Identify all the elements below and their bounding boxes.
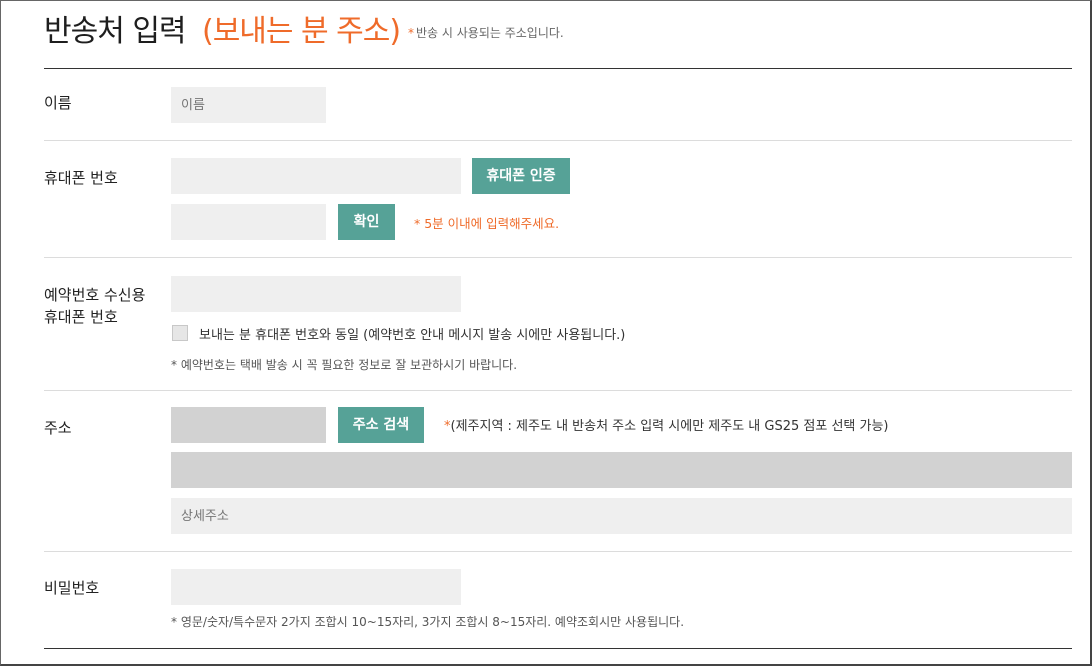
jeju-note-text: (제주지역 : 제주도 내 반송처 주소 입력 시에만 제주도 내 GS25 점… — [450, 419, 889, 434]
row-divider — [44, 257, 1072, 258]
row-divider — [44, 551, 1072, 552]
confirm-button[interactable]: 확인 — [338, 204, 395, 240]
reservation-phone-label-line1: 예약번호 수신용 — [44, 286, 146, 304]
title-note: * 반송 시 사용되는 주소입니다. — [408, 24, 564, 41]
title-note-text: 반송 시 사용되는 주소입니다. — [416, 26, 564, 40]
same-as-sender-label[interactable]: 보내는 분 휴대폰 번호와 동일 (예약번호 안내 메시지 발송 시에만 사용됩… — [199, 324, 625, 343]
postal-code-field — [171, 407, 326, 443]
reservation-phone-input[interactable] — [171, 276, 461, 312]
page-subtitle: (보내는 분 주소) — [202, 14, 401, 49]
phone-label: 휴대폰 번호 — [44, 169, 118, 187]
password-label: 비밀번호 — [44, 579, 100, 597]
address-search-button[interactable]: 주소 검색 — [338, 407, 424, 443]
name-input[interactable] — [171, 87, 326, 123]
row-divider — [44, 140, 1072, 141]
timer-note: * 5분 이내에 입력해주세요. — [414, 216, 560, 231]
password-note: * 영문/숫자/특수문자 2가지 조합시 10~15자리, 3가지 조합시 8~… — [171, 615, 685, 629]
address-field — [171, 452, 1072, 488]
address-label: 주소 — [44, 419, 72, 437]
verification-code-input[interactable] — [171, 204, 326, 240]
footer-divider — [44, 648, 1072, 649]
row-divider — [44, 390, 1072, 391]
header-divider — [44, 68, 1072, 69]
detail-address-input[interactable] — [171, 498, 1072, 534]
name-label: 이름 — [44, 94, 72, 112]
note-star: * — [408, 26, 414, 40]
reservation-note: * 예약번호는 택배 발송 시 꼭 필요한 정보로 잘 보관하시기 바랍니다. — [171, 358, 518, 372]
phone-input[interactable] — [171, 158, 461, 194]
page-title: 반송처 입력 — [44, 14, 187, 49]
phone-verify-button[interactable]: 휴대폰 인증 — [472, 158, 570, 194]
same-as-sender-checkbox[interactable] — [172, 325, 188, 341]
reservation-phone-label-line2: 휴대폰 번호 — [44, 308, 118, 326]
jeju-note: *(제주지역 : 제주도 내 반송처 주소 입력 시에만 제주도 내 GS25 … — [444, 415, 889, 434]
password-input[interactable] — [171, 569, 461, 605]
